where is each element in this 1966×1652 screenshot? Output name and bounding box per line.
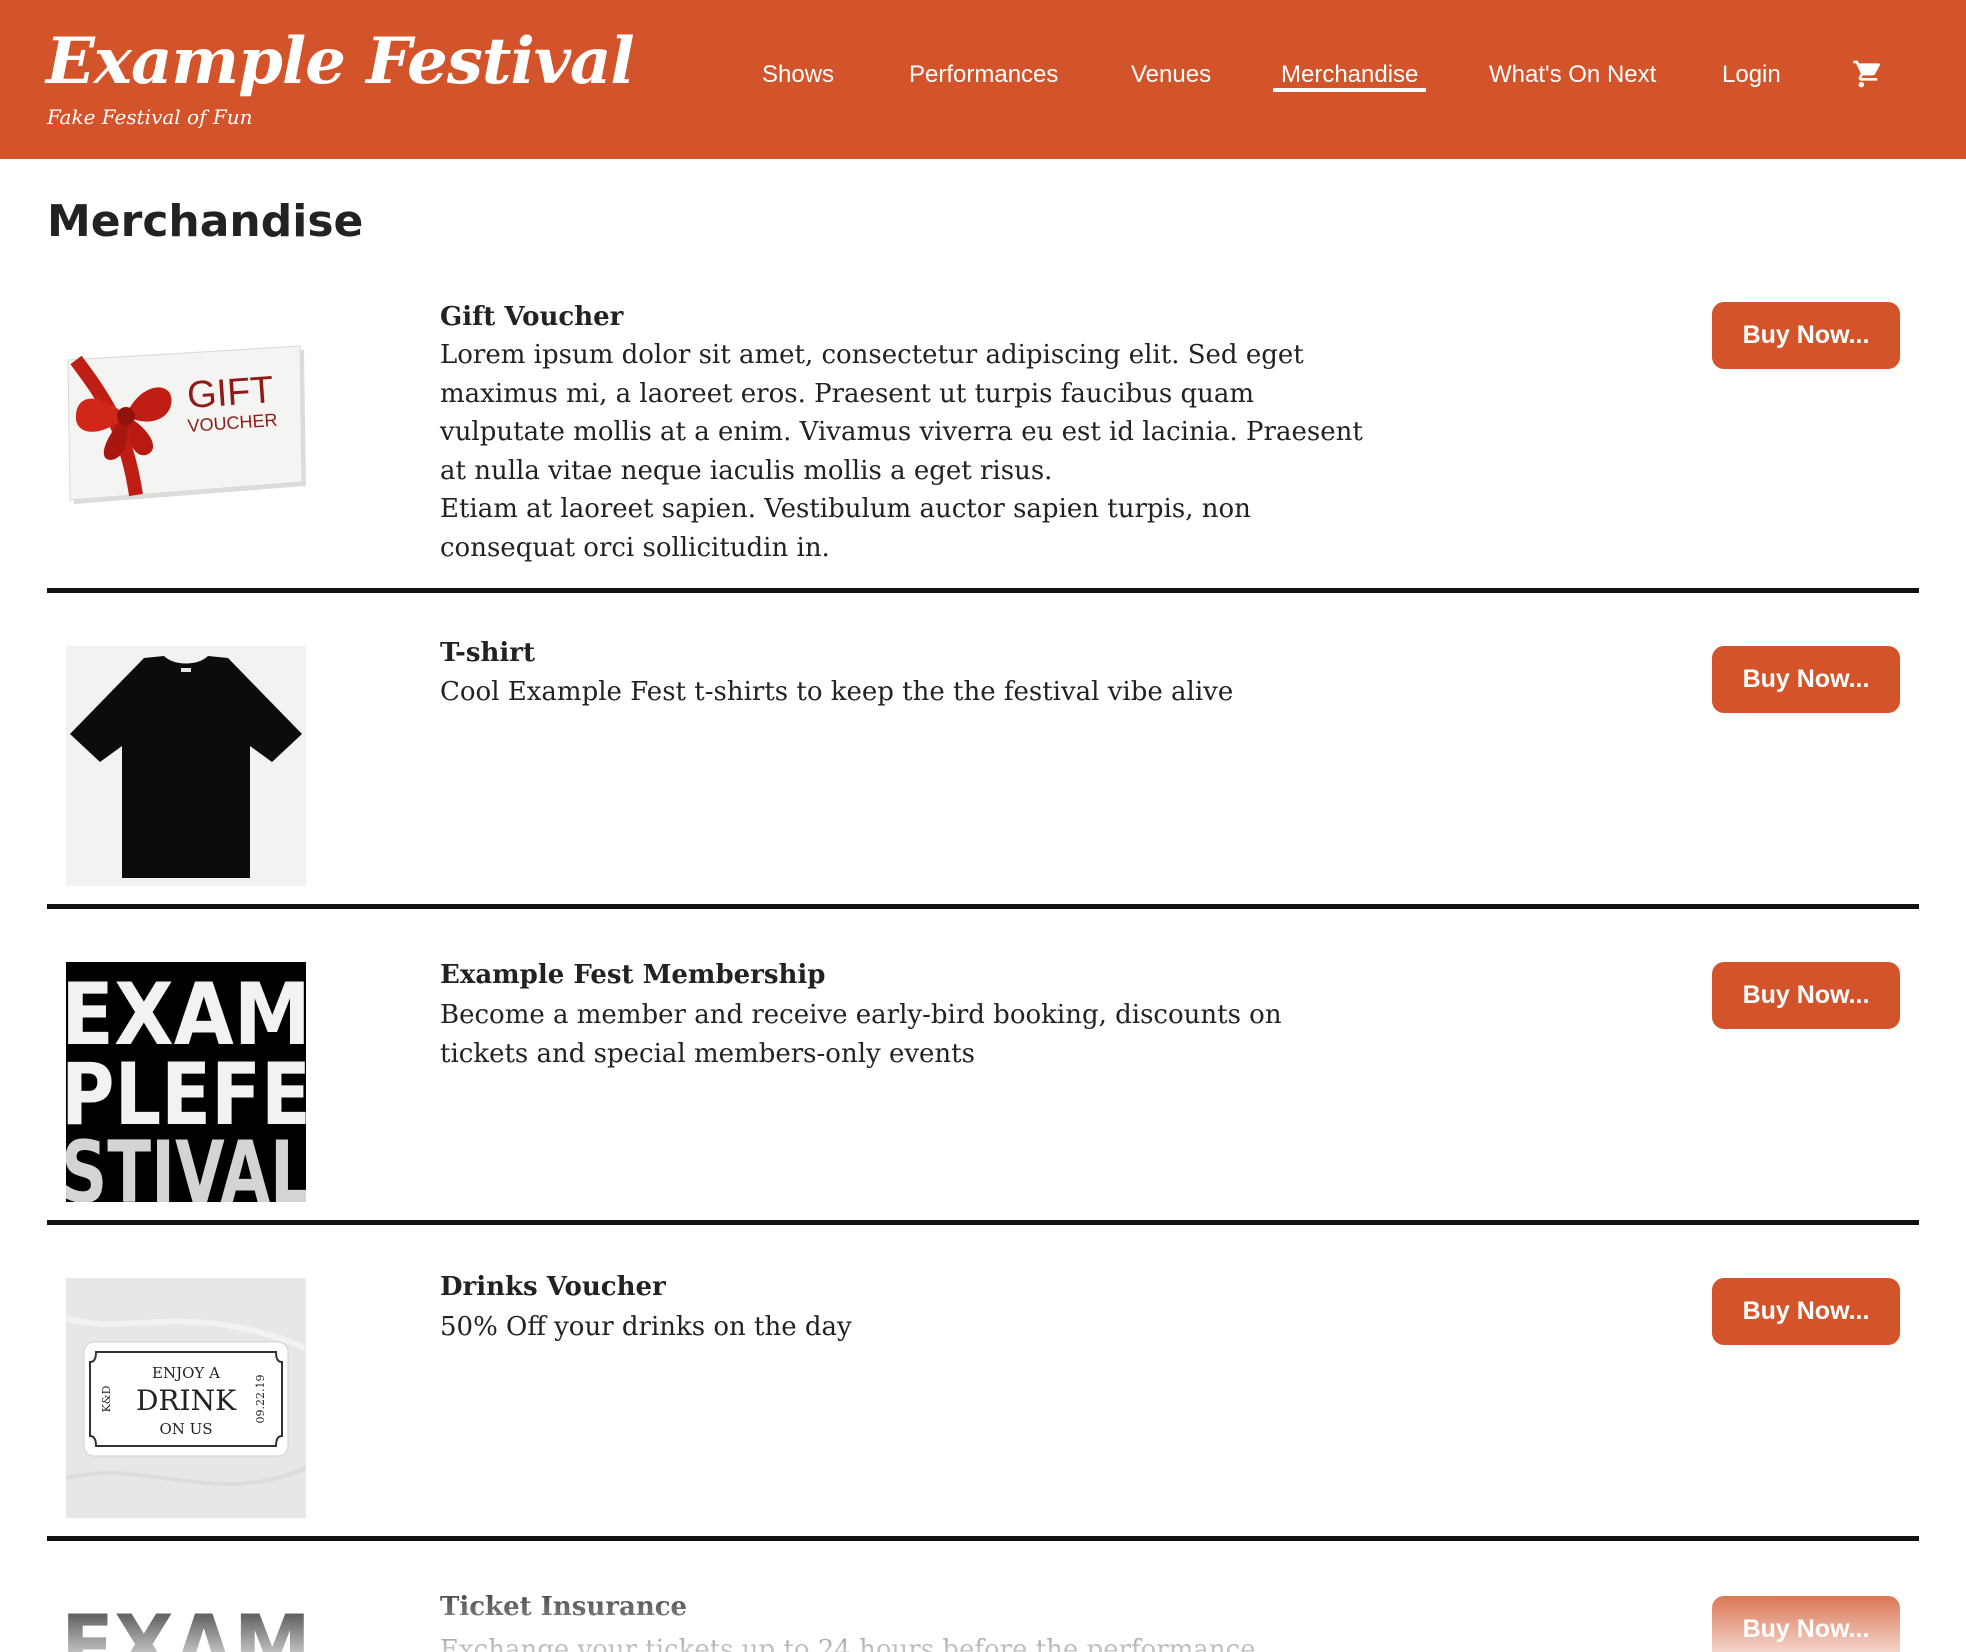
page-title: Merchandise <box>47 196 364 247</box>
ticket-insurance-image: EXAM <box>66 1594 306 1652</box>
enjoy-text: ENJOY A <box>152 1364 220 1382</box>
product-description-2: Etiam at laoreet sapien. Vestibulum auct… <box>440 494 1251 563</box>
product-title: Gift Voucher <box>440 302 624 332</box>
site-header: Example Festival Fake Festival of Fun Sh… <box>0 0 1966 159</box>
divider <box>47 904 1919 909</box>
date-text: 09.22.19 <box>254 1375 267 1424</box>
product-t-shirt: T-shirt Cool Example Fest t-shirts to ke… <box>47 638 1919 910</box>
t-shirt-image <box>66 646 306 886</box>
brand-title[interactable]: Example Festival <box>46 24 635 99</box>
product-description: Lorem ipsum dolor sit amet, consectetur … <box>440 340 1363 486</box>
kd-text: K&D <box>100 1385 113 1412</box>
product-title: T-shirt <box>440 638 535 668</box>
exam-text: EXAM <box>66 1597 306 1652</box>
nav-performances[interactable]: Performances <box>909 58 1058 92</box>
buy-now-button[interactable]: Buy Now... <box>1712 1596 1900 1652</box>
stival-text: STIVAL <box>66 1123 306 1202</box>
nav-venues[interactable]: Venues <box>1131 58 1211 92</box>
divider <box>47 1220 1919 1225</box>
product-title: Example Fest Membership <box>440 960 826 990</box>
gift-voucher-image: GIFT VOUCHER <box>66 320 306 560</box>
drinks-voucher-image: ENJOY A DRINK ON US K&D 09.22.19 <box>66 1278 306 1518</box>
membership-image: EXAM PLEFE STIVAL <box>66 962 306 1202</box>
nav-whats-on-next[interactable]: What's On Next <box>1489 58 1656 92</box>
buy-now-button[interactable]: Buy Now... <box>1712 302 1900 369</box>
on-us-text: ON US <box>159 1420 212 1438</box>
product-description: 50% Off your drinks on the day <box>440 1312 852 1342</box>
product-description: Become a member and receive early-bird b… <box>440 1000 1282 1069</box>
product-title: Ticket Insurance <box>440 1592 688 1622</box>
buy-now-button[interactable]: Buy Now... <box>1712 1278 1900 1345</box>
product-description: Cool Example Fest t-shirts to keep the t… <box>440 677 1234 707</box>
product-title: Drinks Voucher <box>440 1272 666 1302</box>
buy-now-button[interactable]: Buy Now... <box>1712 646 1900 713</box>
nav-merchandise[interactable]: Merchandise <box>1273 58 1427 92</box>
product-drinks-voucher: ENJOY A DRINK ON US K&D 09.22.19 Drinks … <box>47 1272 1919 1542</box>
nav-shows[interactable]: Shows <box>762 58 834 92</box>
gift-text: GIFT <box>186 369 275 417</box>
divider <box>47 1536 1919 1541</box>
product-description: Exchange your tickets up to 24 hours bef… <box>440 1635 1256 1652</box>
buy-now-button[interactable]: Buy Now... <box>1712 962 1900 1029</box>
drink-text: DRINK <box>136 1384 237 1417</box>
cart-icon[interactable] <box>1852 58 1884 90</box>
brand-subtitle: Fake Festival of Fun <box>47 105 253 129</box>
product-membership: EXAM PLEFE STIVAL Example Fest Membershi… <box>47 956 1919 1226</box>
product-gift-voucher: GIFT VOUCHER Gift Voucher Lorem ipsum do… <box>47 290 1919 596</box>
nav-login[interactable]: Login <box>1722 58 1781 92</box>
divider <box>47 588 1919 593</box>
